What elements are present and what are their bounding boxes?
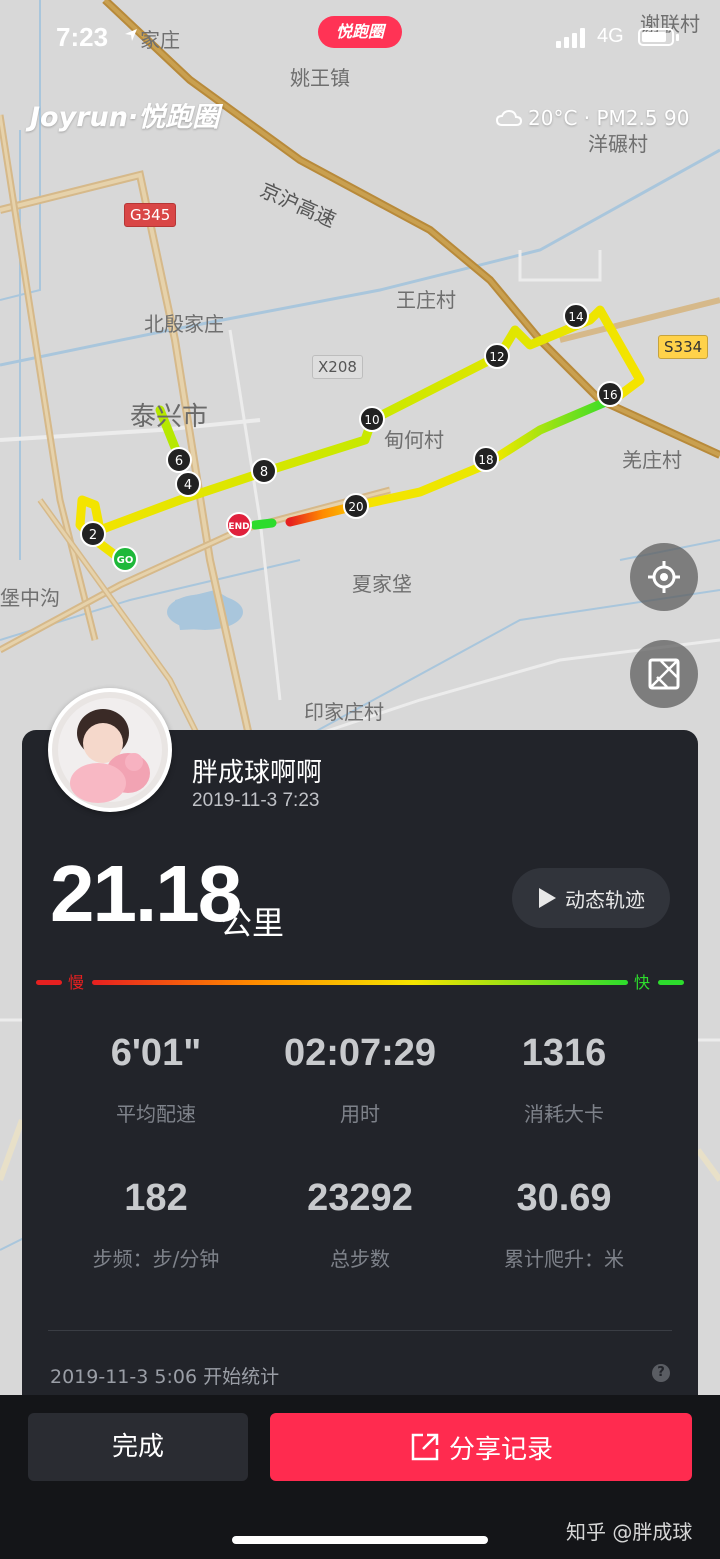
run-info-panel <box>22 730 698 1430</box>
cadence-value: 182 <box>124 1177 188 1219</box>
watermark: 知乎 @胖成球 <box>566 1520 693 1544</box>
help-icon[interactable]: ? <box>652 1364 670 1382</box>
elevation-gain-label: 累计爬升：米 <box>504 1247 624 1271</box>
svg-text:8: 8 <box>260 465 268 480</box>
cloud-icon <box>496 109 522 126</box>
username: 胖成球啊啊 <box>192 758 323 788</box>
share-label: 分享记录 <box>448 1434 553 1465</box>
home-indicator <box>232 1536 488 1544</box>
avg-pace-value: 6'01" <box>110 1032 202 1074</box>
avatar[interactable] <box>48 688 172 812</box>
avatar-image <box>52 692 168 808</box>
slow-label: 慢 <box>68 973 84 992</box>
svg-text:20: 20 <box>348 500 363 514</box>
km-marker: 12 <box>484 343 510 369</box>
pace-legend: 慢 快 <box>36 970 686 994</box>
crosshair-icon <box>648 561 680 593</box>
cadence-label: 步频：步/分钟 <box>92 1247 220 1271</box>
weather-info: 20°C · PM2.5 90 <box>496 106 689 130</box>
divider <box>48 1330 672 1331</box>
map-place-label: 印家庄村 <box>304 700 384 724</box>
km-marker: 8 <box>251 458 277 484</box>
km-marker: 14 <box>563 303 589 329</box>
svg-text:4: 4 <box>184 478 192 493</box>
calories-value: 1316 <box>521 1032 607 1074</box>
dynamic-track-button[interactable]: 动态轨迹 <box>512 868 670 928</box>
brand-badge: 悦跑圈 <box>318 16 402 48</box>
pace-gradient-bar: 慢 快 <box>36 973 684 992</box>
fast-label: 快 <box>634 973 650 992</box>
run-datetime: 2019-11-3 7:23 <box>192 790 320 811</box>
duration-value: 02:07:29 <box>283 1032 437 1074</box>
svg-text:END: END <box>228 522 249 532</box>
svg-text:18: 18 <box>478 453 493 467</box>
end-marker: END <box>226 512 252 538</box>
distance-value: 21.18 <box>50 849 242 938</box>
distance-unit: 公里 <box>220 904 285 942</box>
total-steps-label: 总步数 <box>330 1247 390 1271</box>
svg-text:6: 6 <box>175 454 183 469</box>
weather-text: 20°C · PM2.5 90 <box>528 106 690 130</box>
svg-text:16: 16 <box>602 388 617 402</box>
map-style-button[interactable] <box>630 640 698 708</box>
map-layer-icon <box>648 658 680 690</box>
battery-level <box>642 32 666 42</box>
app-logo: Joyrun·悦跑圈 <box>30 102 220 133</box>
share-icon <box>411 1433 439 1461</box>
total-steps-value: 23292 <box>307 1177 413 1219</box>
battery-tip <box>676 34 679 41</box>
network-type: 4G <box>597 25 624 47</box>
svg-text:12: 12 <box>489 350 504 364</box>
svg-text:2: 2 <box>89 528 97 543</box>
elevation-gain-value: 30.69 <box>516 1177 612 1219</box>
status-time: 7:23 <box>56 22 109 52</box>
route-markers: 2 4 6 8 10 12 14 16 18 20 GO END <box>80 303 623 572</box>
km-marker: 4 <box>175 471 201 497</box>
km-marker: 20 <box>343 493 369 519</box>
done-button[interactable]: 完成 <box>28 1413 248 1481</box>
locate-button[interactable] <box>630 543 698 611</box>
km-marker: 16 <box>597 381 623 407</box>
duration-label: 用时 <box>340 1102 380 1126</box>
avg-pace-label: 平均配速 <box>116 1102 196 1126</box>
signal-icon <box>556 28 585 48</box>
run-summary-screen: 谢联村 家庄 姚王镇 京沪高速 洋碾村 王庄村 北殷家庄 泰兴市 甸何村 羌庄村… <box>0 0 720 1559</box>
play-icon <box>539 888 556 908</box>
battery-icon <box>638 28 674 46</box>
km-marker: 10 <box>359 406 385 432</box>
dynamic-track-label: 动态轨迹 <box>565 887 645 912</box>
location-arrow-icon <box>125 29 137 41</box>
svg-text:GO: GO <box>117 555 134 566</box>
start-marker: GO <box>112 546 138 572</box>
km-marker: 18 <box>473 446 499 472</box>
svg-text:14: 14 <box>568 310 583 324</box>
km-marker: 6 <box>166 447 192 473</box>
svg-text:10: 10 <box>364 413 379 427</box>
share-button[interactable]: 分享记录 <box>270 1413 692 1481</box>
km-marker: 2 <box>80 521 106 547</box>
calories-label: 消耗大卡 <box>524 1102 604 1126</box>
start-time: 2019-11-3 5:06 开始统计 <box>50 1366 280 1388</box>
